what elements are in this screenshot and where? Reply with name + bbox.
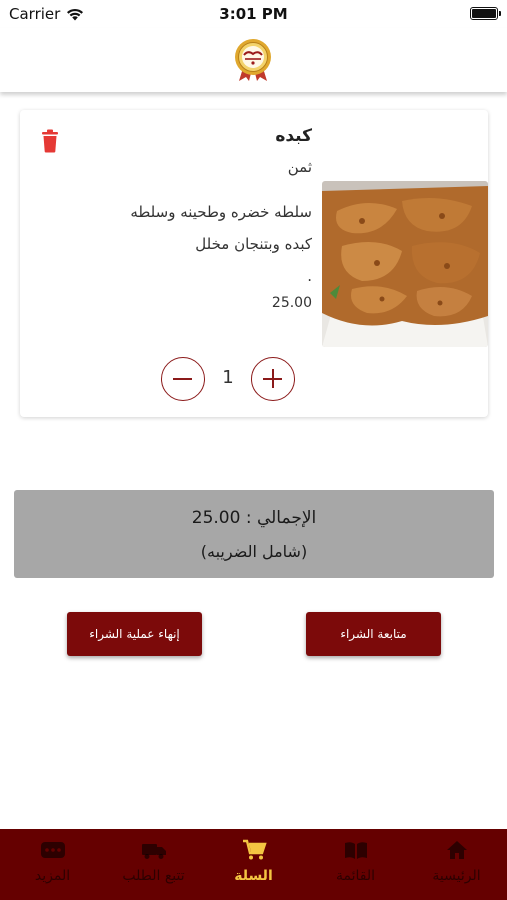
home-icon bbox=[447, 841, 467, 859]
status-bar: Carrier 3:01 PM bbox=[0, 0, 507, 28]
restaurant-logo-icon bbox=[235, 39, 271, 81]
cart-item-card: كبده ثمن سلطه خضره وطحينه وسلطه كبده وبت… bbox=[20, 110, 488, 417]
tab-more[interactable]: المزيد bbox=[2, 829, 103, 900]
continue-shopping-button[interactable]: متابعة الشراء bbox=[306, 612, 441, 656]
item-description: سلطه خضره وطحينه وسلطه كبده وبتنجان مخلل… bbox=[52, 196, 312, 292]
tab-label: تتبع الطلب bbox=[122, 868, 185, 884]
quantity-stepper: 1 bbox=[20, 355, 488, 403]
delivery-truck-icon bbox=[142, 844, 166, 859]
total-amount: الإجمالي : 25.00 bbox=[191, 508, 317, 528]
tab-label: السلة bbox=[234, 868, 273, 884]
fried-liver-photo bbox=[322, 181, 488, 347]
description-line: . bbox=[307, 267, 312, 285]
app-header bbox=[0, 28, 507, 92]
increase-quantity-button[interactable] bbox=[251, 357, 295, 401]
more-icon bbox=[41, 842, 65, 858]
battery-icon bbox=[470, 7, 501, 20]
cart-icon bbox=[243, 839, 267, 860]
bottom-tab-bar: الرئيسية القائمة السلة تتبع الطلب المزيد bbox=[0, 829, 507, 900]
trash-icon[interactable] bbox=[40, 129, 60, 153]
tab-label: القائمة bbox=[336, 868, 375, 884]
item-price: 25.00 bbox=[271, 295, 312, 311]
finish-purchase-button[interactable]: إنهاء عملية الشراء bbox=[67, 612, 202, 656]
description-line: كبده وبتنجان مخلل bbox=[195, 235, 312, 253]
order-summary: الإجمالي : 25.00 (شامل الضريبه) bbox=[14, 490, 494, 578]
description-line: سلطه خضره وطحينه وسلطه bbox=[130, 203, 312, 221]
tab-label: الرئيسية bbox=[432, 868, 481, 884]
tab-home[interactable]: الرئيسية bbox=[406, 829, 507, 900]
quantity-value: 1 bbox=[222, 367, 234, 388]
clock: 3:01 PM bbox=[219, 5, 288, 23]
item-price-label: ثمن bbox=[287, 158, 312, 176]
tab-menu[interactable]: القائمة bbox=[305, 829, 406, 900]
tab-label: المزيد bbox=[34, 868, 71, 884]
item-name: كبده bbox=[275, 126, 312, 146]
tax-note: (شامل الضريبه) bbox=[200, 542, 308, 561]
tab-cart[interactable]: السلة bbox=[203, 829, 304, 900]
tab-track-order[interactable]: تتبع الطلب bbox=[103, 829, 204, 900]
decrease-quantity-button[interactable] bbox=[161, 357, 205, 401]
menu-book-icon bbox=[345, 842, 367, 859]
